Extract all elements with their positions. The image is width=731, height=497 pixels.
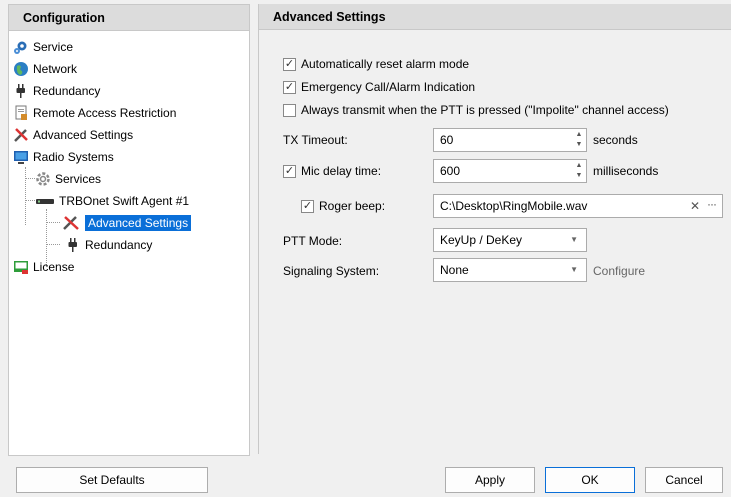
mic-delay-spinner[interactable]: ▲ ▼ <box>574 162 584 180</box>
license-icon <box>13 259 29 275</box>
spin-down-icon[interactable]: ▼ <box>576 172 583 180</box>
roger-beep-checkbox-row[interactable]: ✓ Roger beep: <box>301 199 385 213</box>
set-defaults-button[interactable]: Set Defaults <box>16 467 208 493</box>
tx-timeout-spinner[interactable]: ▲ ▼ <box>574 131 584 149</box>
tx-timeout-input[interactable]: 60 ▲ ▼ <box>433 128 587 152</box>
apply-button[interactable]: Apply <box>445 467 535 493</box>
mic-delay-label: Mic delay time: <box>301 164 382 178</box>
always-transmit-checkbox-row[interactable]: Always transmit when the PTT is pressed … <box>283 103 669 117</box>
configuration-panel: Configuration Service Network Redundancy <box>8 4 250 456</box>
tree-item-label: Radio Systems <box>33 150 114 164</box>
tree-item-license[interactable]: License <box>13 257 74 277</box>
roger-beep-checkbox[interactable]: ✓ <box>301 199 314 213</box>
cancel-button[interactable]: Cancel <box>645 467 723 493</box>
tx-timeout-value: 60 <box>440 133 454 147</box>
tree-item-remote-access[interactable]: Remote Access Restriction <box>13 103 176 123</box>
ptt-mode-label: PTT Mode: <box>283 234 343 248</box>
tx-timeout-label: TX Timeout: <box>283 133 348 147</box>
tree-item-label: Advanced Settings <box>85 215 192 231</box>
tree-item-advanced-settings[interactable]: Advanced Settings <box>13 125 133 145</box>
tree-item-agent-advanced-settings[interactable]: Advanced Settings <box>61 213 192 233</box>
globe-icon <box>13 61 29 77</box>
tree-item-label: Network <box>33 62 78 76</box>
roger-beep-path: C:\Desktop\RingMobile.wav <box>440 199 588 213</box>
tree-item-service[interactable]: Service <box>13 37 73 57</box>
tree-item-redundancy[interactable]: Redundancy <box>13 81 100 101</box>
chevron-down-icon[interactable]: ▼ <box>570 265 578 274</box>
tree-item-label: Remote Access Restriction <box>33 106 177 120</box>
tree-item-label: Redundancy <box>85 238 153 252</box>
ok-button[interactable]: OK <box>545 467 635 493</box>
advanced-settings-panel: Advanced Settings ✓ Automatically reset … <box>258 4 731 454</box>
auto-reset-label: Automatically reset alarm mode <box>301 57 470 71</box>
tx-timeout-unit: seconds <box>593 133 638 147</box>
ptt-mode-value: KeyUp / DeKey <box>440 233 523 247</box>
configuration-tree: Service Network Redundancy Remote Access… <box>9 31 249 274</box>
roger-beep-label: Roger beep: <box>319 199 386 213</box>
emergency-checkbox-row[interactable]: ✓ Emergency Call/Alarm Indication <box>283 80 475 94</box>
ptt-mode-select[interactable]: KeyUp / DeKey ▼ <box>433 228 587 252</box>
tools-icon <box>13 127 29 143</box>
signaling-system-label: Signaling System: <box>283 264 380 278</box>
clear-icon[interactable]: ✕ <box>690 199 700 213</box>
tree-item-label: Redundancy <box>33 84 101 98</box>
tree-item-label: Advanced Settings <box>33 128 134 142</box>
plug-icon <box>61 237 81 253</box>
tools-icon <box>61 215 81 231</box>
mic-delay-checkbox-row[interactable]: ✓ Mic delay time: <box>283 164 381 178</box>
mic-delay-input[interactable]: 600 ▲ ▼ <box>433 159 587 183</box>
tree-item-label: TRBOnet Swift Agent #1 <box>59 194 190 208</box>
plug-icon <box>13 83 29 99</box>
gear-icon <box>35 171 51 187</box>
emergency-label: Emergency Call/Alarm Indication <box>301 80 476 94</box>
configure-link[interactable]: Configure <box>593 264 645 278</box>
auto-reset-checkbox-row[interactable]: ✓ Automatically reset alarm mode <box>283 57 469 71</box>
signaling-system-select[interactable]: None ▼ <box>433 258 587 282</box>
gear-icon <box>13 39 29 55</box>
tree-item-network[interactable]: Network <box>13 59 77 79</box>
mic-delay-checkbox[interactable]: ✓ <box>283 164 296 178</box>
always-transmit-checkbox[interactable] <box>283 103 296 117</box>
auto-reset-checkbox[interactable]: ✓ <box>283 57 296 71</box>
always-transmit-label: Always transmit when the PTT is pressed … <box>301 103 669 117</box>
mic-delay-unit: milliseconds <box>593 164 659 178</box>
emergency-checkbox[interactable]: ✓ <box>283 80 296 94</box>
spin-up-icon[interactable]: ▲ <box>576 162 583 170</box>
advanced-settings-header: Advanced Settings <box>259 4 731 30</box>
tree-item-services[interactable]: Services <box>35 169 101 189</box>
signaling-system-value: None <box>440 263 469 277</box>
mic-delay-value: 600 <box>440 164 461 178</box>
tree-item-radio-systems[interactable]: Radio Systems <box>13 147 114 167</box>
spin-up-icon[interactable]: ▲ <box>576 131 583 139</box>
chevron-down-icon[interactable]: ▼ <box>570 235 578 244</box>
browse-icon[interactable]: ··· <box>707 197 717 211</box>
document-lock-icon <box>13 105 29 121</box>
tree-item-label: Services <box>55 172 102 186</box>
tree-item-agent-redundancy[interactable]: Redundancy <box>61 235 152 255</box>
tree-item-swift-agent[interactable]: TRBOnet Swift Agent #1 <box>35 191 189 211</box>
configuration-header: Configuration <box>9 5 249 31</box>
monitor-icon <box>13 149 29 165</box>
tree-item-label: License <box>33 260 75 274</box>
device-icon <box>35 193 55 209</box>
roger-beep-file-input[interactable]: C:\Desktop\RingMobile.wav ✕ ··· <box>433 194 723 218</box>
tree-item-label: Service <box>33 40 74 54</box>
spin-down-icon[interactable]: ▼ <box>576 141 583 149</box>
